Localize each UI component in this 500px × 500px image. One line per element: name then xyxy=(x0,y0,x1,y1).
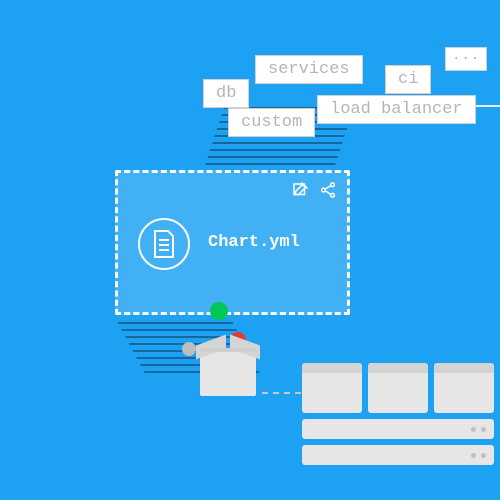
tag-ci: ci xyxy=(385,65,431,94)
window-icon xyxy=(302,363,362,413)
status-dot xyxy=(481,453,486,458)
server-bar xyxy=(302,445,494,465)
status-dot xyxy=(481,427,486,432)
document-icon xyxy=(138,218,190,270)
infra-stack xyxy=(302,363,494,465)
chart-card: Chart.yml xyxy=(115,170,350,315)
edit-icon[interactable] xyxy=(291,181,309,204)
ball-grey xyxy=(182,342,196,356)
status-dot xyxy=(471,453,476,458)
window-row xyxy=(302,363,494,413)
tag-ellipsis: ... xyxy=(445,47,487,71)
window-icon xyxy=(368,363,428,413)
share-icon[interactable] xyxy=(319,181,337,204)
tag-db: db xyxy=(203,79,249,108)
ball-green xyxy=(210,302,228,320)
chart-filename: Chart.yml xyxy=(208,233,300,252)
tag-custom: custom xyxy=(228,108,315,137)
status-dot xyxy=(471,427,476,432)
tag-load-balancer: load balancer xyxy=(317,95,476,124)
package-box xyxy=(200,350,256,396)
card-actions xyxy=(291,181,337,204)
window-icon xyxy=(434,363,494,413)
tag-services: services xyxy=(255,55,363,84)
server-bar xyxy=(302,419,494,439)
box-body xyxy=(200,350,256,396)
box-rim xyxy=(200,348,256,352)
